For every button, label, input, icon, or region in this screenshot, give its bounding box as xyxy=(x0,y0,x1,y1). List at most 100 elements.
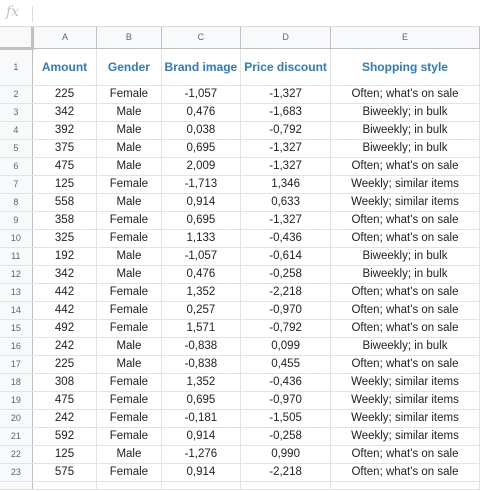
shopping-style-cell[interactable]: Weekly; similar items xyxy=(330,193,480,212)
price-discount-cell[interactable]: 0,455 xyxy=(240,355,331,374)
gender-cell[interactable]: Male xyxy=(96,247,162,266)
row-number[interactable]: 2 xyxy=(0,85,33,104)
column-header-d[interactable]: D xyxy=(240,27,331,49)
gender-cell[interactable]: Male xyxy=(96,157,162,176)
shopping-style-cell[interactable]: Weekly; similar items xyxy=(330,409,480,428)
row-number[interactable] xyxy=(0,481,33,490)
spreadsheet-grid[interactable]: A B C D E 1 Amount Gender Brand image Pr… xyxy=(0,27,480,490)
brand-image-cell[interactable]: -1,713 xyxy=(161,175,242,194)
amount-cell[interactable]: 242 xyxy=(32,337,98,356)
brand-image-cell[interactable]: 0,038 xyxy=(161,121,242,140)
amount-cell[interactable]: 575 xyxy=(32,463,98,482)
brand-image-cell[interactable]: -1,057 xyxy=(161,247,242,266)
row-number[interactable]: 5 xyxy=(0,139,33,158)
header-cell-shopping-style[interactable]: Shopping style xyxy=(330,48,480,86)
gender-cell[interactable]: Male xyxy=(96,193,162,212)
gender-cell[interactable]: Female xyxy=(96,373,162,392)
shopping-style-cell[interactable]: Biweekly; in bulk xyxy=(330,139,480,158)
row-number[interactable]: 12 xyxy=(0,265,33,284)
shopping-style-cell[interactable]: Weekly; similar items xyxy=(330,427,480,446)
empty-cell[interactable] xyxy=(32,481,98,490)
gender-cell[interactable]: Male xyxy=(96,139,162,158)
row-number[interactable]: 19 xyxy=(0,391,33,410)
brand-image-cell[interactable]: -1,057 xyxy=(161,85,242,104)
brand-image-cell[interactable]: -0,838 xyxy=(161,337,242,356)
row-number[interactable]: 22 xyxy=(0,445,33,464)
gender-cell[interactable]: Female xyxy=(96,175,162,194)
amount-cell[interactable]: 592 xyxy=(32,427,98,446)
shopping-style-cell[interactable]: Biweekly; in bulk xyxy=(330,103,480,122)
amount-cell[interactable]: 125 xyxy=(32,445,98,464)
shopping-style-cell[interactable]: Often; what's on sale xyxy=(330,283,480,302)
shopping-style-cell[interactable]: Biweekly; in bulk xyxy=(330,265,480,284)
shopping-style-cell[interactable]: Often; what's on sale xyxy=(330,157,480,176)
gender-cell[interactable]: Male xyxy=(96,355,162,374)
amount-cell[interactable]: 475 xyxy=(32,391,98,410)
shopping-style-cell[interactable]: Often; what's on sale xyxy=(330,319,480,338)
gender-cell[interactable]: Female xyxy=(96,301,162,320)
gender-cell[interactable]: Male xyxy=(96,265,162,284)
price-discount-cell[interactable]: 0,099 xyxy=(240,337,331,356)
brand-image-cell[interactable]: 2,009 xyxy=(161,157,242,176)
row-number[interactable]: 7 xyxy=(0,175,33,194)
row-number[interactable]: 1 xyxy=(0,48,33,86)
row-number[interactable]: 4 xyxy=(0,121,33,140)
row-number[interactable]: 23 xyxy=(0,463,33,482)
price-discount-cell[interactable]: -0,792 xyxy=(240,319,331,338)
amount-cell[interactable]: 492 xyxy=(32,319,98,338)
brand-image-cell[interactable]: -0,838 xyxy=(161,355,242,374)
amount-cell[interactable]: 475 xyxy=(32,157,98,176)
formula-bar[interactable]: fx xyxy=(0,0,480,27)
brand-image-cell[interactable]: 1,352 xyxy=(161,373,242,392)
column-header-e[interactable]: E xyxy=(330,27,480,49)
brand-image-cell[interactable]: 0,914 xyxy=(161,427,242,446)
row-number[interactable]: 17 xyxy=(0,355,33,374)
header-cell-amount[interactable]: Amount xyxy=(32,48,98,86)
brand-image-cell[interactable]: 1,352 xyxy=(161,283,242,302)
empty-cell[interactable] xyxy=(96,481,162,490)
header-cell-gender[interactable]: Gender xyxy=(96,48,162,86)
empty-cell[interactable] xyxy=(161,481,242,490)
price-discount-cell[interactable]: -1,327 xyxy=(240,211,331,230)
brand-image-cell[interactable]: 1,571 xyxy=(161,319,242,338)
gender-cell[interactable]: Female xyxy=(96,211,162,230)
row-number[interactable]: 20 xyxy=(0,409,33,428)
price-discount-cell[interactable]: -2,218 xyxy=(240,463,331,482)
amount-cell[interactable]: 375 xyxy=(32,139,98,158)
gender-cell[interactable]: Female xyxy=(96,229,162,248)
column-header-c[interactable]: C xyxy=(161,27,242,49)
amount-cell[interactable]: 192 xyxy=(32,247,98,266)
brand-image-cell[interactable]: 0,257 xyxy=(161,301,242,320)
shopping-style-cell[interactable]: Weekly; similar items xyxy=(330,391,480,410)
row-number[interactable]: 13 xyxy=(0,283,33,302)
row-number[interactable]: 3 xyxy=(0,103,33,122)
select-all-corner[interactable] xyxy=(0,27,34,50)
price-discount-cell[interactable]: -1,327 xyxy=(240,157,331,176)
price-discount-cell[interactable]: -1,327 xyxy=(240,85,331,104)
price-discount-cell[interactable]: 1,346 xyxy=(240,175,331,194)
gender-cell[interactable]: Female xyxy=(96,391,162,410)
gender-cell[interactable]: Female xyxy=(96,427,162,446)
brand-image-cell[interactable]: -1,276 xyxy=(161,445,242,464)
row-number[interactable]: 18 xyxy=(0,373,33,392)
amount-cell[interactable]: 392 xyxy=(32,121,98,140)
brand-image-cell[interactable]: 0,914 xyxy=(161,193,242,212)
column-header-b[interactable]: B xyxy=(96,27,162,49)
shopping-style-cell[interactable]: Often; what's on sale xyxy=(330,355,480,374)
brand-image-cell[interactable]: 0,695 xyxy=(161,211,242,230)
amount-cell[interactable]: 442 xyxy=(32,301,98,320)
price-discount-cell[interactable]: -1,505 xyxy=(240,409,331,428)
price-discount-cell[interactable]: -1,683 xyxy=(240,103,331,122)
amount-cell[interactable]: 358 xyxy=(32,211,98,230)
shopping-style-cell[interactable]: Often; what's on sale xyxy=(330,229,480,248)
amount-cell[interactable]: 325 xyxy=(32,229,98,248)
row-number[interactable]: 9 xyxy=(0,211,33,230)
shopping-style-cell[interactable]: Weekly; similar items xyxy=(330,373,480,392)
row-number[interactable]: 15 xyxy=(0,319,33,338)
row-number[interactable]: 8 xyxy=(0,193,33,212)
amount-cell[interactable]: 342 xyxy=(32,103,98,122)
shopping-style-cell[interactable]: Often; what's on sale xyxy=(330,463,480,482)
gender-cell[interactable]: Male xyxy=(96,103,162,122)
column-header-a[interactable]: A xyxy=(32,27,98,49)
gender-cell[interactable]: Female xyxy=(96,85,162,104)
